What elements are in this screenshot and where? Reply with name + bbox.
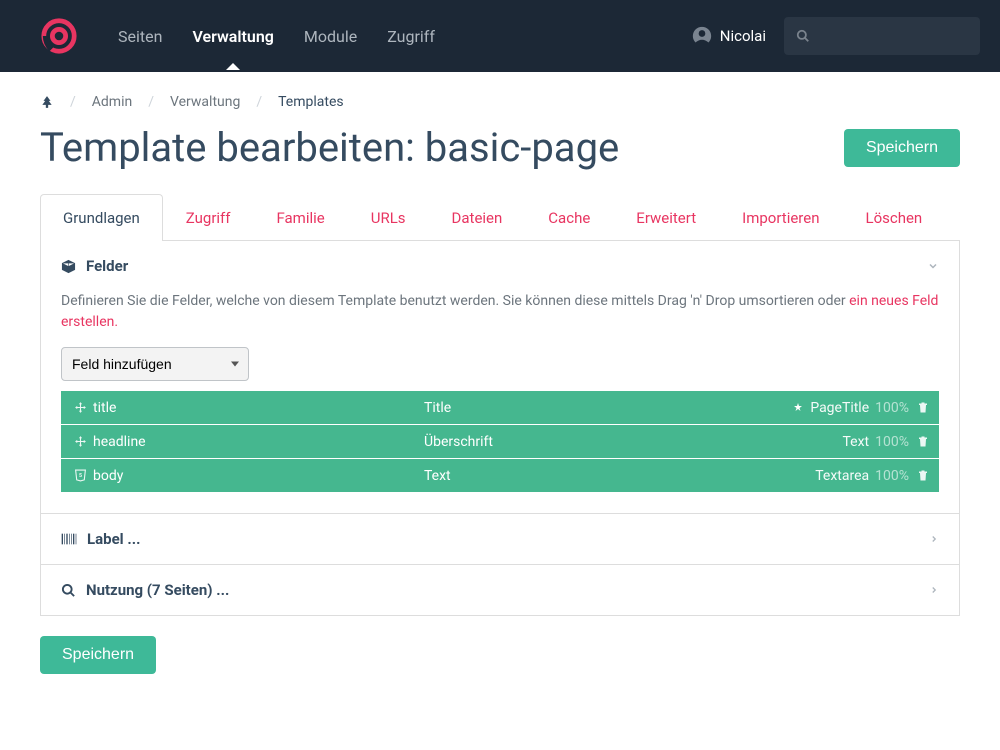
tab-cache[interactable]: Cache	[525, 194, 613, 241]
plugin-icon	[792, 402, 804, 414]
save-button-top[interactable]: Speichern	[844, 129, 960, 167]
search-input[interactable]	[818, 29, 968, 44]
nav-item-seiten[interactable]: Seiten	[118, 3, 162, 70]
tab-loeschen[interactable]: Löschen	[842, 194, 945, 241]
tab-dateien[interactable]: Dateien	[429, 194, 526, 241]
tab-importieren[interactable]: Importieren	[719, 194, 842, 241]
field-type: Text	[843, 434, 870, 450]
felder-help: Definieren Sie die Felder, welche von di…	[61, 291, 939, 333]
html5-icon[interactable]: 5	[71, 469, 89, 482]
chevron-down-icon	[927, 260, 939, 272]
user-name: Nicolai	[720, 27, 766, 45]
page-title: Template bearbeiten: basic-page	[40, 126, 619, 170]
search-icon	[61, 583, 76, 598]
field-type: Textarea	[815, 468, 869, 484]
tree-icon[interactable]	[40, 95, 54, 109]
field-name: title	[89, 400, 424, 416]
field-name: body	[89, 468, 424, 484]
breadcrumb-sep: /	[70, 94, 76, 110]
move-icon[interactable]	[71, 401, 89, 414]
label-title: Label ...	[87, 530, 140, 548]
field-width: 100%	[875, 400, 909, 416]
save-button-bottom[interactable]: Speichern	[40, 636, 156, 674]
tab-grundlagen[interactable]: Grundlagen	[40, 194, 163, 241]
move-icon[interactable]	[71, 435, 89, 448]
usage-title: Nutzung (7 Seiten) ...	[86, 581, 229, 599]
felder-title: Felder	[86, 257, 128, 275]
tab-urls[interactable]: URLs	[348, 194, 429, 241]
breadcrumb-sep: /	[256, 94, 262, 110]
search-icon	[796, 29, 810, 43]
tab-erweitert[interactable]: Erweitert	[613, 194, 719, 241]
breadcrumb-admin[interactable]: Admin	[92, 94, 132, 110]
breadcrumb-current: Templates	[278, 94, 344, 110]
trash-icon[interactable]	[917, 401, 929, 414]
field-type: PageTitle	[810, 400, 869, 416]
usage-header[interactable]: Nutzung (7 Seiten) ...	[41, 565, 959, 615]
user-menu[interactable]: Nicolai	[692, 26, 766, 46]
field-row[interactable]: 5 bodyTextTextarea 100%	[61, 459, 939, 492]
nav-item-verwaltung[interactable]: Verwaltung	[192, 3, 273, 70]
cube-icon	[61, 259, 76, 274]
barcode-icon	[61, 532, 77, 546]
field-row[interactable]: titleTitle PageTitle 100%	[61, 391, 939, 424]
breadcrumb-sep: /	[148, 94, 154, 110]
breadcrumb-verwaltung[interactable]: Verwaltung	[170, 94, 240, 110]
chevron-right-icon	[929, 534, 939, 544]
field-label: Title	[424, 400, 792, 416]
label-header[interactable]: Label ...	[41, 514, 959, 564]
tab-zugriff[interactable]: Zugriff	[163, 194, 254, 241]
chevron-right-icon	[929, 585, 939, 595]
main-nav: Seiten Verwaltung Module Zugriff	[118, 3, 435, 70]
nav-item-zugriff[interactable]: Zugriff	[387, 3, 435, 70]
field-label: Text	[424, 468, 815, 484]
breadcrumb: / Admin / Verwaltung / Templates	[40, 94, 960, 110]
user-icon	[692, 26, 712, 46]
field-width: 100%	[875, 468, 909, 484]
svg-text:5: 5	[78, 473, 81, 479]
tab-familie[interactable]: Familie	[253, 194, 347, 241]
field-width: 100%	[875, 434, 909, 450]
trash-icon[interactable]	[917, 469, 929, 482]
felder-header[interactable]: Felder	[41, 241, 959, 291]
field-name: headline	[89, 434, 424, 450]
search-box[interactable]	[784, 17, 980, 55]
field-label: Überschrift	[424, 434, 843, 450]
nav-item-module[interactable]: Module	[304, 3, 357, 70]
add-field-select[interactable]: Feld hinzufügen	[61, 347, 249, 381]
field-row[interactable]: headlineÜberschriftText 100%	[61, 425, 939, 458]
tabs: Grundlagen Zugriff Familie URLs Dateien …	[40, 194, 960, 241]
logo-icon	[40, 17, 78, 55]
trash-icon[interactable]	[917, 435, 929, 448]
